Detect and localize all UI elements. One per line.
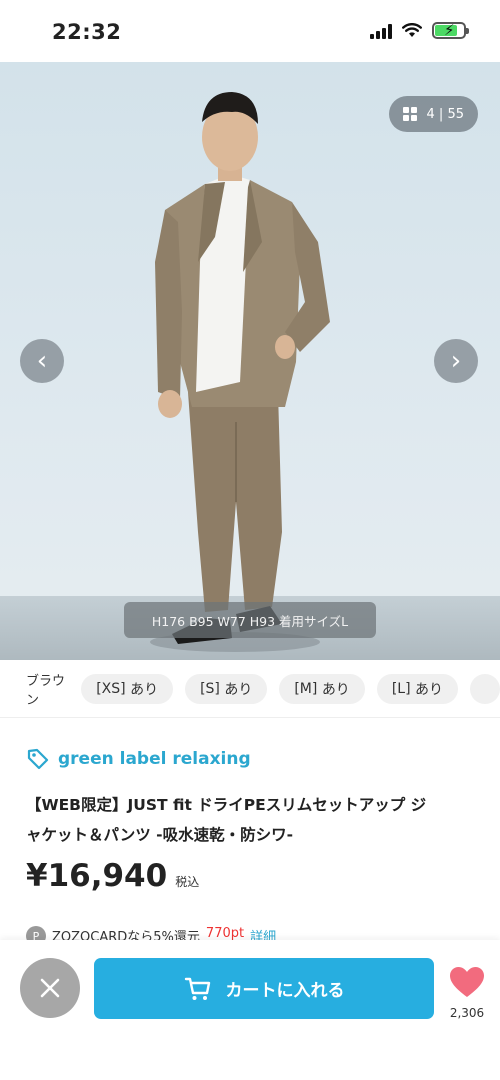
- product-title-line: ャケット＆パンツ -吸水速乾・防シワ-: [26, 826, 294, 844]
- size-chip-s[interactable]: [S] あり: [185, 673, 268, 704]
- cart-icon: [184, 977, 210, 1000]
- next-image-button[interactable]: ›: [434, 339, 478, 383]
- heart-icon: [450, 967, 484, 997]
- product-image-gallery[interactable]: 4 | 55 ‹ › H176 B95 W77 H93 着用サイズL: [0, 62, 500, 660]
- image-counter[interactable]: 4 | 55: [388, 96, 478, 132]
- status-time: 22:32: [52, 20, 122, 44]
- tag-icon: [27, 748, 49, 770]
- favorite-count: 2,306: [449, 1006, 485, 1020]
- size-chip-size: [M]: [294, 680, 318, 697]
- product-title-line: 【WEB限定】JUST fit ドライPEスリムセットアップ ジ: [26, 796, 427, 814]
- card-promo-text: ZOZOCARDなら5%還元: [52, 930, 200, 940]
- points-icon: P: [26, 926, 46, 940]
- image-counter-total: 55: [447, 106, 464, 122]
- size-chip-l[interactable]: [L] あり: [376, 673, 458, 704]
- product-photo-model: [150, 92, 330, 652]
- brand-link[interactable]: green label relaxing: [26, 747, 251, 771]
- card-promo-detail-link[interactable]: 詳細: [250, 926, 276, 940]
- size-chip-xs[interactable]: [XS] あり: [81, 673, 174, 704]
- image-counter-current: 4: [426, 106, 435, 122]
- brand-name: green label relaxing: [58, 749, 251, 769]
- size-chip-stock: あり: [224, 681, 253, 698]
- size-chip-size: [S]: [200, 680, 220, 697]
- tax-label: 税込: [175, 875, 200, 889]
- close-button[interactable]: [20, 958, 80, 1018]
- size-chip-m[interactable]: [M] あり: [279, 673, 365, 704]
- close-icon: [40, 978, 60, 998]
- battery-charging-icon: ⚡: [432, 21, 469, 39]
- grid-icon: [402, 107, 417, 121]
- product-price: ¥16,940: [26, 858, 168, 894]
- status-icons: ⚡: [370, 21, 469, 39]
- card-promo-row: P ZOZOCARDなら5%還元 770pt 詳細: [26, 926, 276, 940]
- add-to-cart-button[interactable]: カートに入れる: [94, 958, 434, 1019]
- favorite-button[interactable]: 2,306: [446, 966, 488, 1020]
- wifi-icon: [402, 23, 422, 37]
- status-bar: 22:32 ⚡: [0, 0, 500, 62]
- previous-image-button[interactable]: ‹: [20, 339, 64, 383]
- size-chip-stock: あり: [130, 681, 159, 698]
- chevron-left-icon: ‹: [36, 346, 48, 376]
- image-counter-text: 4 | 55: [426, 106, 464, 122]
- card-promo-points: 770pt: [205, 926, 245, 940]
- add-to-cart-label: カートに入れる: [225, 981, 345, 1001]
- color-label: ブラウン: [26, 673, 66, 708]
- size-chip-stock: あり: [321, 681, 350, 698]
- model-size-caption: H176 B95 W77 H93 着用サイズL: [124, 602, 376, 638]
- price-row: ¥16,940 税込: [26, 858, 199, 894]
- size-chip-stock: あり: [415, 681, 443, 698]
- variant-selector: ブラウン [XS] あり [S] あり [M] あり [L] あり: [0, 660, 500, 718]
- bottom-action-bar: カートに入れる 2,306: [0, 940, 500, 1080]
- size-chip-size: [XS]: [96, 680, 126, 697]
- size-chip-size: [L]: [391, 680, 411, 697]
- chevron-right-icon: ›: [450, 346, 462, 376]
- cellular-signal-icon: [370, 23, 392, 39]
- product-title: 【WEB限定】JUST fit ドライPEスリムセットアップ ジ ャケット＆パン…: [26, 790, 476, 850]
- size-chip-more[interactable]: [470, 673, 500, 704]
